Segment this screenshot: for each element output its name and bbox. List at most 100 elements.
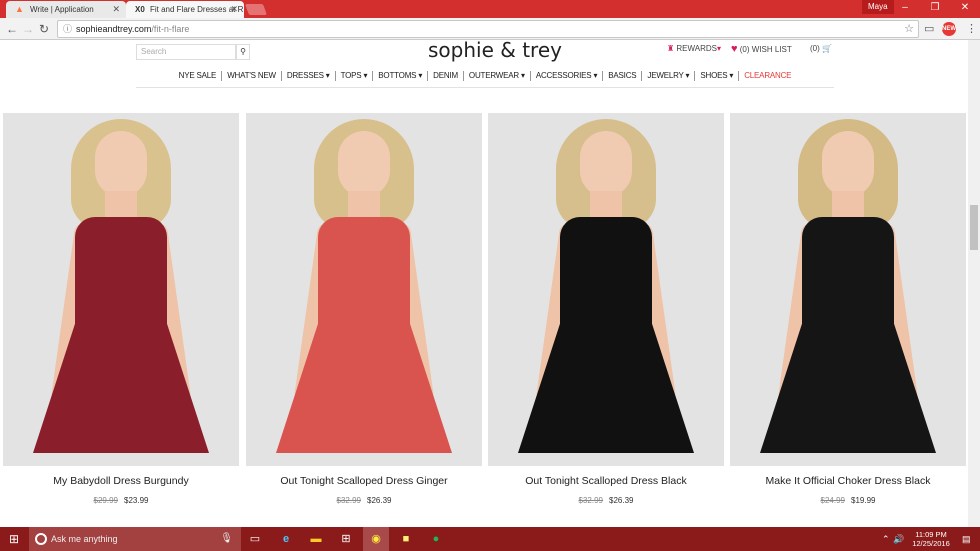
nav-item-denim[interactable]: DENIM xyxy=(428,71,464,81)
product-card[interactable]: My Babydoll Dress Burgundy $29.99 $23.99 xyxy=(3,113,239,505)
cortana-placeholder: Ask me anything xyxy=(51,534,118,544)
site-logo[interactable]: sophie & trey xyxy=(420,38,570,62)
forward-icon[interactable]: → xyxy=(22,20,34,38)
bookmark-star-icon[interactable]: ☆ xyxy=(904,21,914,37)
original-price: $24.99 xyxy=(820,496,845,505)
product-image[interactable] xyxy=(3,113,239,466)
product-card[interactable]: Make It Official Choker Dress Black $24.… xyxy=(730,113,966,505)
taskbar-clock[interactable]: 11:09 PM 12/25/2016 xyxy=(906,530,956,548)
cart-icon: 🛒 xyxy=(822,44,832,53)
cortana-icon xyxy=(35,533,47,545)
tab-title: Write | Application xyxy=(30,5,94,14)
address-bar[interactable]: ⓘ sophieandtrey.com/fit-n-flare ☆ xyxy=(57,20,919,38)
product-price: $24.99 $19.99 xyxy=(730,496,966,505)
product-name[interactable]: My Babydoll Dress Burgundy xyxy=(3,474,239,488)
product-card[interactable]: Out Tonight Scalloped Dress Black $32.99… xyxy=(488,113,724,505)
microphone-icon[interactable]: 🎙 xyxy=(220,527,233,551)
model-face xyxy=(338,131,390,197)
nav-item-tops[interactable]: TOPS ▾ xyxy=(336,71,374,81)
cart-link[interactable]: (0) 🛒 xyxy=(810,44,832,54)
sale-price: $26.39 xyxy=(609,496,634,505)
nav-item-bottoms[interactable]: BOTTOMS ▾ xyxy=(373,71,429,81)
browser-titlebar: ▲ Write | Application ✕ X0 Fit and Flare… xyxy=(0,0,980,18)
dress-bodice xyxy=(318,217,410,337)
product-price: $32.99 $26.39 xyxy=(246,496,482,505)
file-explorer-icon[interactable]: ▬ xyxy=(308,531,324,547)
nav-item-outerwear[interactable]: OUTERWEAR ▾ xyxy=(464,71,531,81)
nav-item-jewelry[interactable]: JEWELRY ▾ xyxy=(642,71,696,81)
product-price: $32.99 $26.39 xyxy=(488,496,724,505)
windows-start-icon[interactable]: ⊞ xyxy=(0,527,28,551)
flame-icon: ▲ xyxy=(15,4,24,14)
extension-badge[interactable]: NEW xyxy=(942,22,956,36)
tray-chevron-icon[interactable]: ⌃ xyxy=(882,527,890,551)
back-icon[interactable]: ← xyxy=(6,20,18,38)
close-window-button[interactable]: ✕ xyxy=(950,0,980,16)
reload-icon[interactable]: ↻ xyxy=(39,20,49,38)
product-name[interactable]: Make It Official Choker Dress Black xyxy=(730,474,966,488)
close-tab-icon[interactable]: ✕ xyxy=(230,1,238,18)
page-info-icon[interactable]: ⓘ xyxy=(63,21,72,37)
windows-taskbar: ⊞ Ask me anything 🎙 ▭ e ▬ ⊞ ◉ ■ ● ⌃ 🔊 11… xyxy=(0,527,980,551)
nav-item-accessories[interactable]: ACCESSORIES ▾ xyxy=(531,71,604,81)
sale-price: $19.99 xyxy=(851,496,876,505)
chevron-down-icon: ▾ xyxy=(717,44,722,53)
url-domain: sophieandtrey.com xyxy=(76,24,152,34)
tab-sophie-trey[interactable]: X0 Fit and Flare Dresses at R ✕ xyxy=(126,1,244,18)
nav-item-basics[interactable]: BASICS xyxy=(603,71,643,81)
cast-icon[interactable]: ▭ xyxy=(924,22,934,36)
wishlist-link[interactable]: ♥ (0) WISH LIST xyxy=(731,44,792,55)
model-face xyxy=(822,131,874,197)
st-logo-icon: X0 xyxy=(135,5,145,14)
sale-price: $23.99 xyxy=(124,496,149,505)
url-path: /fit-n-flare xyxy=(151,24,190,34)
task-view-icon[interactable]: ▭ xyxy=(247,531,263,547)
rewards-link[interactable]: ♜ REWARDS▾ xyxy=(667,44,721,54)
product-image[interactable] xyxy=(246,113,482,466)
edge-icon[interactable]: e xyxy=(278,531,294,547)
nav-item-nye-sale[interactable]: NYE SALE xyxy=(174,71,223,81)
tab-write-application[interactable]: ▲ Write | Application ✕ xyxy=(6,1,126,18)
nav-item-clearance[interactable]: CLEARANCE xyxy=(739,71,796,81)
dress-bodice xyxy=(560,217,652,337)
dress-bodice xyxy=(75,217,167,337)
browser-toolbar: ← → ↻ ⓘ sophieandtrey.com/fit-n-flare ☆ … xyxy=(0,18,980,40)
original-price: $32.99 xyxy=(336,496,361,505)
clock-time: 11:09 PM xyxy=(915,530,947,539)
sticky-notes-icon[interactable]: ■ xyxy=(398,531,414,547)
spotify-icon[interactable]: ● xyxy=(428,531,444,547)
restore-button[interactable]: ❐ xyxy=(920,0,950,16)
nav-item-dresses[interactable]: DRESSES ▾ xyxy=(282,71,336,81)
site-search-input[interactable]: Search xyxy=(136,44,236,60)
product-image[interactable] xyxy=(730,113,966,466)
scrollbar-thumb[interactable] xyxy=(970,205,978,250)
search-icon[interactable]: ⚲ xyxy=(236,44,250,60)
new-tab-button[interactable] xyxy=(244,4,268,15)
wishlist-label: (0) WISH LIST xyxy=(739,45,792,54)
product-image[interactable] xyxy=(488,113,724,466)
cortana-search-box[interactable]: Ask me anything 🎙 xyxy=(29,527,241,551)
model-face xyxy=(95,131,147,197)
product-name[interactable]: Out Tonight Scalloped Dress Ginger xyxy=(246,474,482,488)
model-face xyxy=(580,131,632,197)
dress-bodice xyxy=(802,217,894,337)
rewards-label: REWARDS xyxy=(676,44,717,53)
minimize-button[interactable]: – xyxy=(890,0,920,16)
menu-icon[interactable]: ⋮ xyxy=(966,22,977,36)
product-price: $29.99 $23.99 xyxy=(3,496,239,505)
tab-title: Fit and Flare Dresses at R xyxy=(150,5,244,14)
clock-date: 12/25/2016 xyxy=(912,539,950,548)
profile-button[interactable]: Maya xyxy=(862,0,894,14)
volume-icon[interactable]: 🔊 xyxy=(893,527,904,551)
product-name[interactable]: Out Tonight Scalloped Dress Black xyxy=(488,474,724,488)
page-scrollbar[interactable] xyxy=(968,40,980,527)
product-card[interactable]: Out Tonight Scalloped Dress Ginger $32.9… xyxy=(246,113,482,505)
sale-price: $26.39 xyxy=(367,496,392,505)
nav-item-shoes[interactable]: SHOES ▾ xyxy=(695,71,740,81)
nav-item-whats-new[interactable]: WHAT'S NEW xyxy=(222,71,282,81)
close-tab-icon[interactable]: ✕ xyxy=(112,1,120,18)
store-icon[interactable]: ⊞ xyxy=(338,531,354,547)
chrome-icon[interactable]: ◉ xyxy=(368,531,384,547)
original-price: $29.99 xyxy=(93,496,118,505)
notifications-icon[interactable]: ▤ xyxy=(962,527,971,551)
